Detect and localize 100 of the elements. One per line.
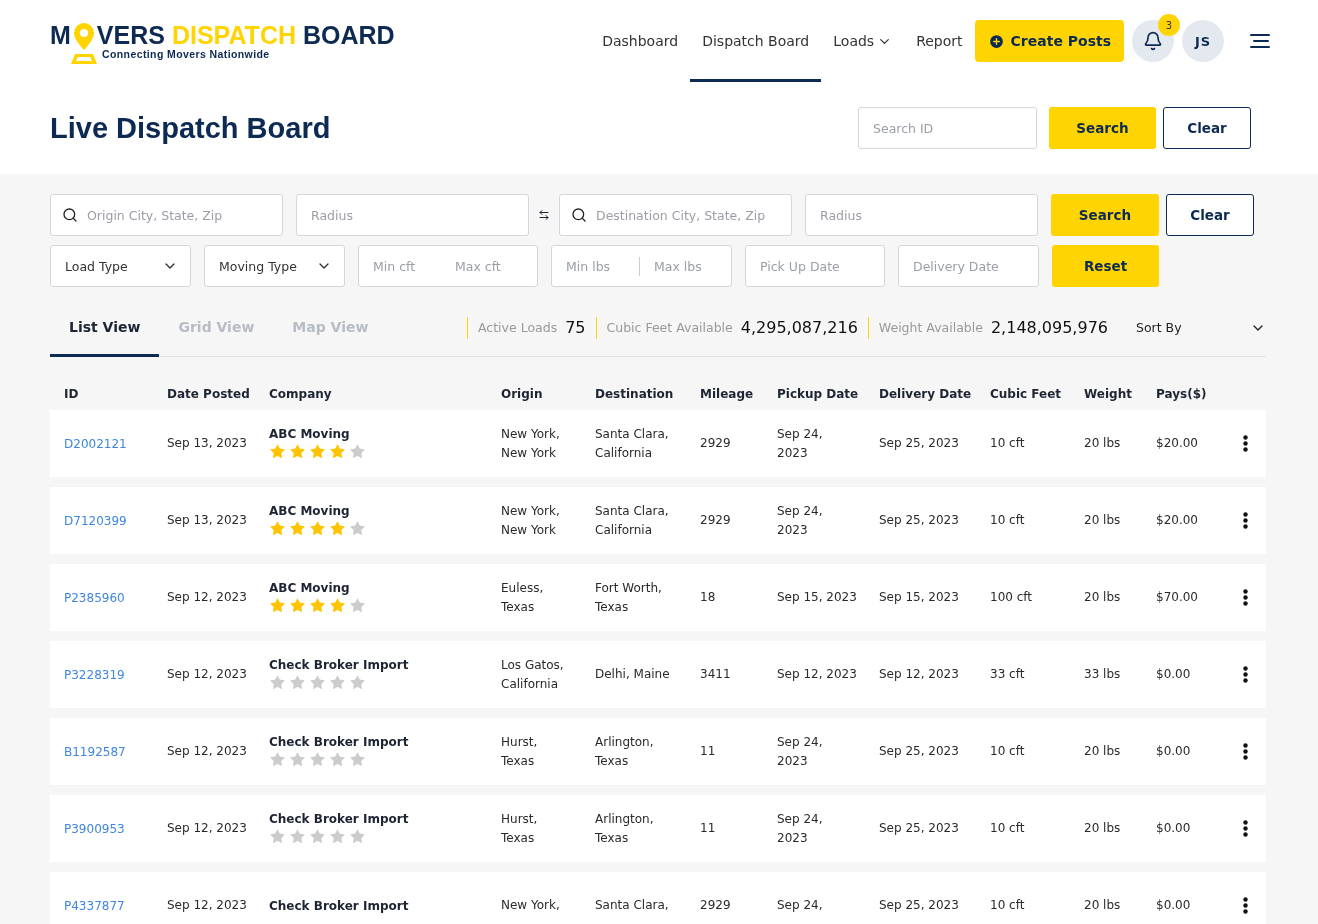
load-id-link[interactable]: P3228319 (64, 667, 167, 682)
table-cell-text: Sep 25, 2023 (879, 743, 960, 760)
star-icon (349, 828, 366, 845)
load-id-link[interactable]: P4337877 (64, 898, 167, 913)
menu-icon[interactable] (1250, 33, 1270, 49)
stat-label: Cubic Feet Available (606, 320, 733, 335)
more-icon (1243, 820, 1248, 837)
destination-field[interactable]: Destination City, State, Zip (559, 194, 792, 236)
more-options-button[interactable] (1243, 897, 1248, 914)
table-cell-text: 11 (700, 820, 717, 837)
table-row[interactable]: D7120399 Sep 13, 2023 ABC Moving New York, New York Santa Clara, California 2929 Sep 24, 2023 Sep 25, 2023 10 cft 20 lbs $20.00 (50, 487, 1266, 554)
table-cell-text: 10 cft (990, 435, 1026, 452)
nav-link[interactable]: Dashboard (590, 0, 691, 82)
clear-button[interactable]: Clear (1163, 107, 1251, 149)
more-icon (1243, 435, 1248, 452)
more-options-button[interactable] (1243, 589, 1248, 606)
user-avatar[interactable]: JS (1182, 20, 1224, 62)
nav-link[interactable]: Loads (821, 0, 905, 82)
reset-button[interactable]: Reset (1052, 245, 1159, 287)
stat-label: Weight Available (878, 320, 983, 335)
table-cell-text: Los Gatos, California (501, 656, 565, 693)
more-options-button[interactable] (1243, 743, 1248, 760)
table-cell-text: $70.00 (1156, 589, 1199, 606)
radius-field[interactable]: Radius (805, 194, 1038, 236)
table-cell-text: Santa Clara, California (595, 502, 670, 539)
star-icon (329, 674, 346, 691)
load-id-link[interactable]: D7120399 (64, 513, 167, 528)
star-icon (309, 751, 326, 768)
table-cell-text: 10 cft (990, 512, 1026, 529)
view-tab[interactable]: List View (50, 299, 160, 357)
star-icon (349, 443, 366, 460)
notifications-button[interactable] (1132, 20, 1174, 62)
star-icon (309, 520, 326, 537)
table-cell-text: 2929 (700, 512, 732, 529)
brand-logo[interactable]: M VERS DISPATCH BOARD Connecting Movers Nationwide (50, 22, 395, 60)
sort-by-dropdown[interactable]: Sort By (1136, 319, 1266, 336)
radius-field[interactable]: Radius (296, 194, 529, 236)
table-cell-text: Sep 13, 2023 (167, 435, 248, 452)
table-cell-text: Sep 13, 2023 (167, 512, 248, 529)
load-id-link[interactable]: B1192587 (64, 744, 167, 759)
company-name: ABC Moving (269, 581, 351, 595)
load-id-link[interactable]: D2002121 (64, 436, 167, 451)
table-row[interactable]: D2002121 Sep 13, 2023 ABC Moving New York, New York Santa Clara, California 2929 Sep 24, 2023 Sep 25, 2023 10 cft 20 lbs $20.00 (50, 410, 1266, 477)
star-icon (329, 520, 346, 537)
table-cell-text: New York, New York (501, 425, 561, 462)
company-name: Check Broker Import (269, 658, 410, 672)
search-icon (571, 207, 587, 223)
column-header: Cubic Feet (990, 386, 1063, 401)
star-icon (309, 443, 326, 460)
table-cell-text: 10 cft (990, 820, 1026, 837)
table-row[interactable]: P3228319 Sep 12, 2023 Check Broker Import Los Gatos, California Delhi, Maine 3411 Sep 12, 2023 Sep 12, 2023 33 cft 33 lbs $0.00 (50, 641, 1266, 708)
star-icon (269, 674, 286, 691)
table-cell-text: New York, (501, 897, 561, 914)
search-id-field[interactable]: Search ID (858, 107, 1037, 149)
more-options-button[interactable] (1243, 820, 1248, 837)
table-row[interactable]: P3900953 Sep 12, 2023 Check Broker Import Hurst, Texas Arlington, Texas 11 Sep 24, 2023 Sep 25, 2023 10 cft 20 lbs $0.00 (50, 795, 1266, 862)
table-row[interactable]: B1192587 Sep 12, 2023 Check Broker Import Hurst, Texas Arlington, Texas 11 Sep 24, 2023 Sep 25, 2023 10 cft 20 lbs $0.00 (50, 718, 1266, 785)
star-icon (269, 520, 286, 537)
table-cell-text: $0.00 (1156, 666, 1192, 683)
more-icon (1243, 666, 1248, 683)
star-icon (289, 751, 306, 768)
table-cell-text: Sep 12, 2023 (167, 589, 248, 606)
search-button[interactable]: Search (1051, 194, 1159, 236)
table-cell-text: $0.00 (1156, 897, 1192, 914)
star-icon (289, 443, 306, 460)
table-cell-text: $20.00 (1156, 435, 1199, 452)
more-options-button[interactable] (1243, 666, 1248, 683)
moving-type-select[interactable]: Moving Type (204, 245, 345, 287)
star-icon (269, 597, 286, 614)
table-cell-text: 20 lbs (1084, 820, 1122, 837)
star-icon (289, 520, 306, 537)
table-cell-text: 2929 (700, 435, 732, 452)
star-icon (349, 520, 366, 537)
load-id-link[interactable]: P2385960 (64, 590, 167, 605)
search-button[interactable]: Search (1049, 107, 1156, 149)
column-header: Date Posted (167, 386, 251, 401)
origin-field[interactable]: Origin City, State, Zip (50, 194, 283, 236)
table-row[interactable]: P4337877 Sep 12, 2023 Check Broker Import New York, Santa Clara, 2929 Sep 24, Sep 25, 2023 10 cft 20 lbs $0.00 (50, 872, 1266, 924)
star-icon (269, 443, 286, 460)
stat-value: 4,295,087,216 (740, 318, 858, 337)
table-cell-text: 11 (700, 743, 717, 760)
load-type-select[interactable]: Load Type (50, 245, 191, 287)
star-icon (289, 828, 306, 845)
pickup-date-field[interactable]: Pick Up Date (745, 245, 885, 287)
create-posts-button[interactable]: Create Posts (974, 20, 1124, 62)
star-icon (349, 597, 366, 614)
table-cell-text: Euless, Texas (501, 579, 545, 616)
company-name: ABC Moving (269, 427, 351, 441)
more-options-button[interactable] (1243, 512, 1248, 529)
swap-icon[interactable] (538, 209, 550, 221)
table-row[interactable]: P2385960 Sep 12, 2023 ABC Moving Euless, Texas Fort Worth, Texas 18 Sep 15, 2023 Sep 15, 2023 100 cft 20 lbs $70.00 (50, 564, 1266, 631)
more-options-button[interactable] (1243, 435, 1248, 452)
nav-link[interactable]: Report (904, 0, 975, 82)
plus-circle-icon (987, 32, 1005, 50)
table-cell-text: Sep 12, 2023 (879, 666, 960, 683)
clear-button[interactable]: Clear (1166, 194, 1254, 236)
table-cell-text: 33 lbs (1084, 666, 1122, 683)
delivery-date-field[interactable]: Delivery Date (898, 245, 1039, 287)
load-id-link[interactable]: P3900953 (64, 821, 167, 836)
table-cell-text: Sep 25, 2023 (879, 435, 960, 452)
